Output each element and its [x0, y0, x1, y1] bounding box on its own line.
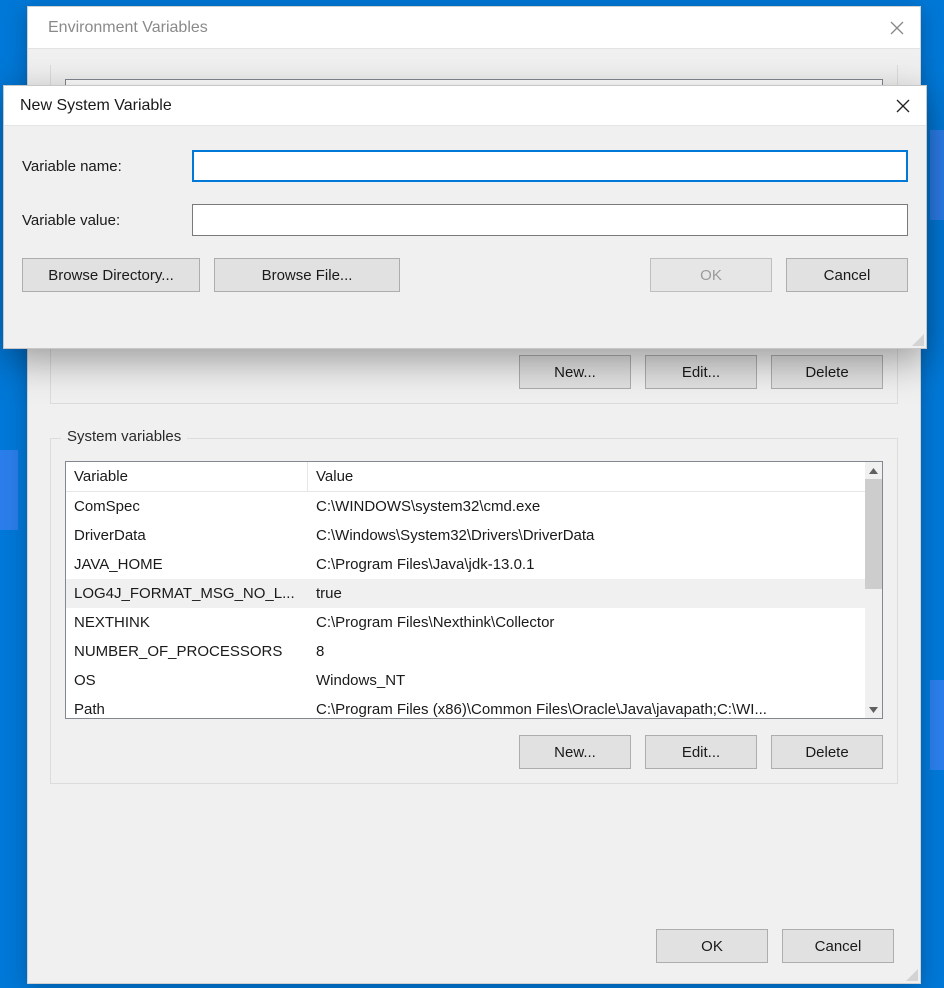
user-delete-button[interactable]: Delete — [771, 355, 883, 389]
user-edit-button[interactable]: Edit... — [645, 355, 757, 389]
browse-directory-button[interactable]: Browse Directory... — [22, 258, 200, 292]
variable-name-row: Variable name: — [22, 150, 908, 182]
scroll-down-icon[interactable] — [865, 701, 882, 718]
column-header-variable[interactable]: Variable — [66, 462, 308, 491]
nsv-button-row: Browse Directory... Browse File... OK Ca… — [22, 258, 908, 292]
resize-grip-icon[interactable] — [910, 332, 924, 346]
list-header[interactable]: Variable Value — [66, 462, 882, 492]
env-title: Environment Variables — [48, 19, 208, 37]
cell-variable: NEXTHINK — [66, 614, 308, 631]
cancel-button[interactable]: Cancel — [782, 929, 894, 963]
variable-value-label: Variable value: — [22, 212, 192, 229]
desktop-accent — [930, 130, 944, 220]
main-button-row: OK Cancel — [656, 929, 894, 963]
system-delete-button[interactable]: Delete — [771, 735, 883, 769]
new-system-variable-dialog: New System Variable Variable name: Varia… — [3, 85, 927, 349]
system-variables-label: System variables — [61, 428, 187, 445]
scrollbar[interactable] — [865, 462, 882, 718]
cell-variable: DriverData — [66, 527, 308, 544]
cell-value: C:\Program Files (x86)\Common Files\Orac… — [308, 701, 865, 718]
cell-value: C:\Program Files\Nexthink\Collector — [308, 614, 865, 631]
table-row[interactable]: JAVA_HOMEC:\Program Files\Java\jdk-13.0.… — [66, 550, 865, 579]
nsv-body: Variable name: Variable value: Browse Di… — [4, 126, 926, 306]
scroll-thumb[interactable] — [865, 479, 882, 589]
table-row[interactable]: OSWindows_NT — [66, 666, 865, 695]
system-variables-button-row: New... Edit... Delete — [65, 735, 883, 769]
nsv-title: New System Variable — [20, 97, 172, 115]
variable-value-row: Variable value: — [22, 204, 908, 236]
desktop-accent — [0, 450, 18, 530]
column-header-value[interactable]: Value — [308, 468, 882, 485]
system-new-button[interactable]: New... — [519, 735, 631, 769]
system-variables-listbox[interactable]: Variable Value ComSpecC:\WINDOWS\system3… — [65, 461, 883, 719]
variable-name-input[interactable] — [192, 150, 908, 182]
desktop-accent — [930, 680, 944, 770]
table-row[interactable]: NUMBER_OF_PROCESSORS8 — [66, 637, 865, 666]
system-variables-group: System variables Variable Value ComSpecC… — [50, 438, 898, 784]
table-row[interactable]: ComSpecC:\WINDOWS\system32\cmd.exe — [66, 492, 865, 521]
user-new-button[interactable]: New... — [519, 355, 631, 389]
cell-variable: ComSpec — [66, 498, 308, 515]
cell-value: Windows_NT — [308, 672, 865, 689]
cell-value: true — [308, 585, 865, 602]
browse-file-button[interactable]: Browse File... — [214, 258, 400, 292]
cell-value: C:\Windows\System32\Drivers\DriverData — [308, 527, 865, 544]
table-row[interactable]: DriverDataC:\Windows\System32\Drivers\Dr… — [66, 521, 865, 550]
resize-grip-icon[interactable] — [904, 967, 918, 981]
cell-variable: JAVA_HOME — [66, 556, 308, 573]
cell-value: C:\Program Files\Java\jdk-13.0.1 — [308, 556, 865, 573]
cell-variable: OS — [66, 672, 308, 689]
table-row[interactable]: PathC:\Program Files (x86)\Common Files\… — [66, 695, 865, 718]
nsv-titlebar[interactable]: New System Variable — [4, 86, 926, 126]
cell-variable: NUMBER_OF_PROCESSORS — [66, 643, 308, 660]
table-row[interactable]: LOG4J_FORMAT_MSG_NO_L...true — [66, 579, 865, 608]
cell-variable: LOG4J_FORMAT_MSG_NO_L... — [66, 585, 308, 602]
nsv-cancel-button[interactable]: Cancel — [786, 258, 908, 292]
variable-name-label: Variable name: — [22, 158, 192, 175]
variable-value-input[interactable] — [192, 204, 908, 236]
cell-value: C:\WINDOWS\system32\cmd.exe — [308, 498, 865, 515]
ok-button[interactable]: OK — [656, 929, 768, 963]
list-rows: ComSpecC:\WINDOWS\system32\cmd.exeDriver… — [66, 492, 865, 718]
env-titlebar[interactable]: Environment Variables — [28, 7, 920, 49]
close-icon[interactable] — [880, 86, 926, 126]
close-icon[interactable] — [874, 7, 920, 49]
nsv-ok-button[interactable]: OK — [650, 258, 772, 292]
system-edit-button[interactable]: Edit... — [645, 735, 757, 769]
cell-value: 8 — [308, 643, 865, 660]
scroll-up-icon[interactable] — [865, 462, 882, 479]
user-variables-button-row: New... Edit... Delete — [65, 355, 883, 389]
cell-variable: Path — [66, 701, 308, 718]
table-row[interactable]: NEXTHINKC:\Program Files\Nexthink\Collec… — [66, 608, 865, 637]
